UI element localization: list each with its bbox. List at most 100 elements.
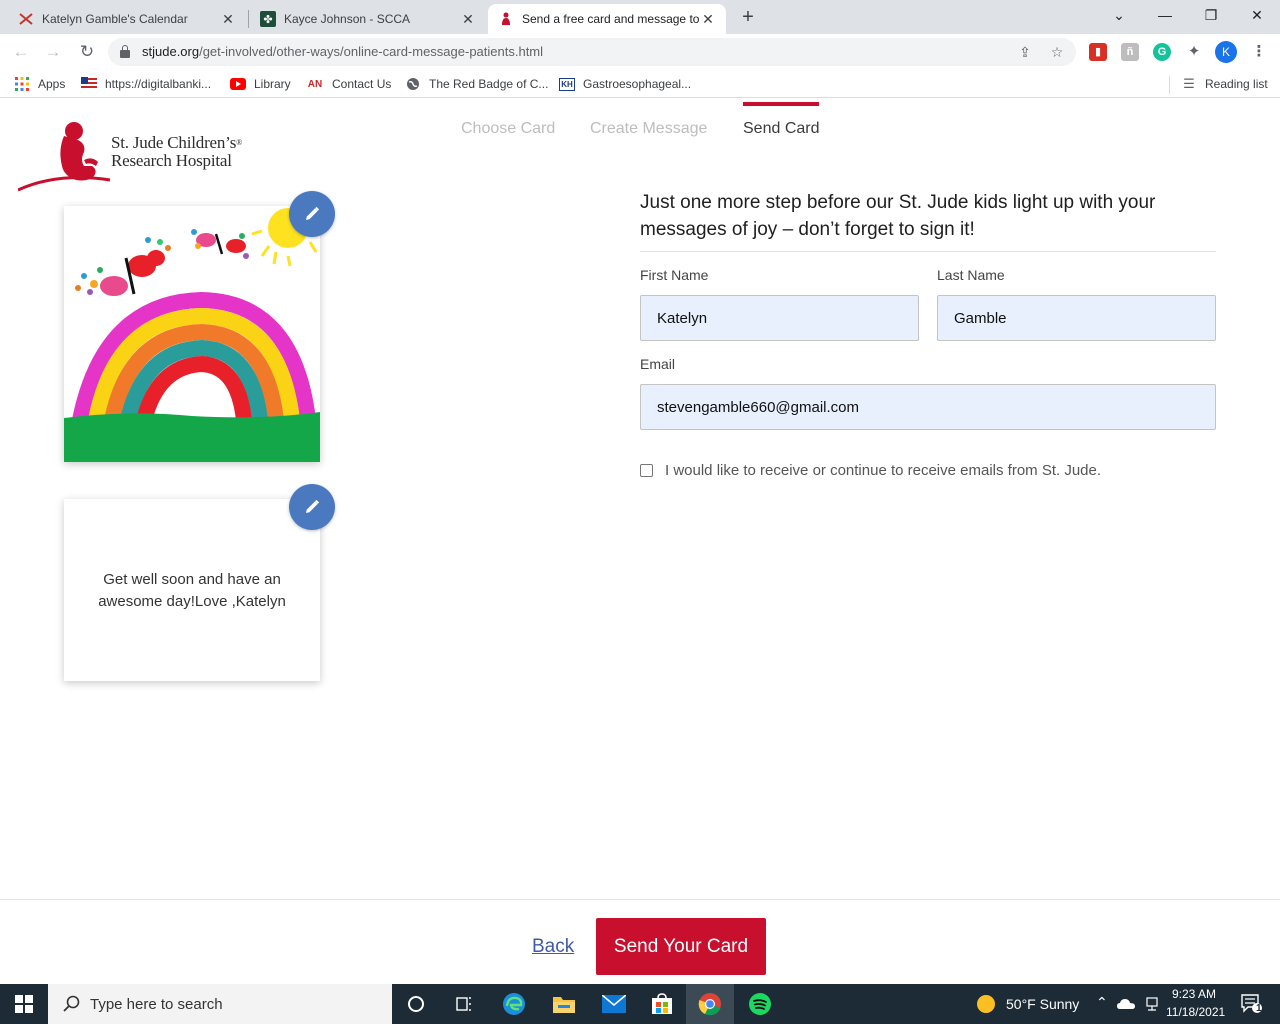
star-icon[interactable]: ☆ bbox=[1048, 43, 1066, 61]
step-create-message[interactable]: Create Message bbox=[590, 120, 707, 138]
tab-calendar[interactable]: Katelyn Gamble's Calendar ✕ bbox=[8, 4, 246, 34]
back-link[interactable]: Back bbox=[532, 936, 574, 958]
tab-title: Katelyn Gamble's Calendar bbox=[42, 12, 188, 26]
chevron-up-icon[interactable]: ⌃ bbox=[1096, 994, 1108, 1011]
reading-list-icon: ☰ bbox=[1183, 76, 1195, 91]
reload-icon[interactable]: ↻ bbox=[76, 42, 98, 62]
address-bar[interactable]: stjude.org/get-involved/other-ways/onlin… bbox=[108, 38, 1076, 66]
menu-kebab-icon[interactable]: ⋮ bbox=[1250, 43, 1268, 61]
bookmark-gastro[interactable]: KH Gastroesophageal... bbox=[559, 75, 691, 93]
bookmark-apps[interactable]: Apps bbox=[14, 75, 65, 93]
notification-count: 1 bbox=[1256, 1003, 1262, 1014]
profile-avatar[interactable]: K bbox=[1215, 41, 1237, 63]
extension-red-icon[interactable]: ▮ bbox=[1089, 43, 1107, 61]
weather-sun-icon[interactable] bbox=[962, 984, 1010, 1024]
tab-search-icon[interactable]: ⌄ bbox=[1096, 4, 1142, 26]
url-text: stjude.org/get-involved/other-ways/onlin… bbox=[142, 44, 544, 59]
globe-icon bbox=[405, 76, 421, 92]
forward-arrow-icon[interactable]: → bbox=[42, 42, 64, 62]
email-optin-checkbox[interactable] bbox=[640, 464, 653, 477]
stjude-logo[interactable]: St. Jude Children’s® Research Hospital bbox=[17, 120, 258, 192]
edit-message-button[interactable] bbox=[289, 484, 335, 530]
browser-toolbar: ← → ↻ stjude.org/get-involved/other-ways… bbox=[0, 34, 1280, 70]
scca-icon: ✤ bbox=[260, 11, 276, 27]
minimize-icon[interactable]: — bbox=[1142, 4, 1188, 26]
step-send-card[interactable]: Send Card bbox=[743, 120, 820, 138]
email-label: Email bbox=[640, 356, 676, 372]
onedrive-cloud-icon[interactable] bbox=[1114, 984, 1138, 1024]
tab-stjude[interactable]: Send a free card and message to ✕ bbox=[488, 4, 726, 34]
edit-card-button[interactable] bbox=[289, 191, 335, 237]
extensions-puzzle-icon[interactable]: ✦ bbox=[1185, 43, 1203, 61]
card-front-preview bbox=[64, 206, 320, 462]
lock-icon bbox=[120, 45, 130, 58]
stjude-icon bbox=[498, 11, 514, 27]
first-name-label: First Name bbox=[640, 267, 709, 283]
task-view-icon[interactable] bbox=[440, 984, 488, 1024]
bookmarks-bar: Apps https://digitalbanki... Library AN … bbox=[0, 70, 1280, 98]
clock-date[interactable]: 11/18/2021 bbox=[1166, 1005, 1225, 1019]
card-message-text: Get well soon and have an awesome day!Lo… bbox=[98, 571, 286, 610]
reading-list-button[interactable]: ☰ Reading list bbox=[1181, 75, 1268, 93]
tab-scca[interactable]: ✤ Kayce Johnson - SCCA ✕ bbox=[250, 4, 486, 34]
form-divider bbox=[640, 251, 1216, 252]
pencil-icon bbox=[306, 499, 320, 513]
kh-icon: KH bbox=[559, 77, 575, 91]
an-icon: AN bbox=[307, 78, 323, 90]
start-button[interactable] bbox=[0, 984, 48, 1024]
spotify-icon[interactable] bbox=[736, 984, 784, 1024]
last-name-input[interactable] bbox=[937, 295, 1216, 341]
tab-divider bbox=[248, 10, 249, 28]
search-icon bbox=[63, 995, 80, 1012]
restore-icon[interactable]: ❐ bbox=[1188, 4, 1234, 26]
send-card-button[interactable]: Send Your Card bbox=[596, 918, 766, 975]
rainbow-artwork bbox=[64, 206, 320, 462]
clock-time[interactable]: 9:23 AM bbox=[1172, 987, 1216, 1001]
card-message-preview: Get well soon and have an awesome day!Lo… bbox=[64, 499, 320, 681]
logo-wordmark: St. Jude Children’s® Research Hospital bbox=[111, 133, 243, 170]
share-icon[interactable]: ⇪ bbox=[1016, 43, 1034, 61]
network-icon[interactable] bbox=[1140, 984, 1164, 1024]
last-name-label: Last Name bbox=[937, 267, 1005, 283]
chrome-icon[interactable] bbox=[686, 984, 734, 1024]
bookmark-red-badge[interactable]: The Red Badge of C... bbox=[405, 75, 548, 93]
page: St. Jude Children’s® Research Hospital C… bbox=[0, 102, 1280, 984]
form-heading: Just one more step before our St. Jude k… bbox=[640, 192, 1156, 240]
tab-title: Kayce Johnson - SCCA bbox=[284, 12, 411, 26]
extension-gray-icon[interactable]: ñ bbox=[1121, 43, 1139, 61]
new-tab-icon[interactable]: + bbox=[738, 6, 758, 28]
store-icon[interactable] bbox=[638, 984, 686, 1024]
taskbar-search-box[interactable]: Type here to search bbox=[48, 984, 392, 1024]
close-tab-icon[interactable]: ✕ bbox=[700, 11, 716, 28]
close-tab-icon[interactable]: ✕ bbox=[460, 11, 476, 28]
bookmark-library[interactable]: Library bbox=[230, 75, 291, 93]
youtube-icon bbox=[230, 76, 246, 92]
mail-icon[interactable] bbox=[590, 984, 638, 1024]
search-placeholder: Type here to search bbox=[90, 995, 223, 1013]
apps-grid-icon bbox=[14, 76, 30, 92]
email-input[interactable] bbox=[640, 384, 1216, 430]
tab-strip: Katelyn Gamble's Calendar ✕ ✤ Kayce John… bbox=[0, 0, 1280, 34]
bookmark-divider bbox=[1169, 76, 1170, 94]
bookmark-digitalbanking[interactable]: https://digitalbanki... bbox=[81, 75, 211, 93]
email-optin-label[interactable]: I would like to receive or continue to r… bbox=[665, 462, 1101, 479]
close-tab-icon[interactable]: ✕ bbox=[220, 11, 236, 28]
windows-logo-icon bbox=[15, 995, 33, 1013]
active-step-indicator bbox=[743, 102, 819, 106]
cortana-icon[interactable] bbox=[392, 984, 440, 1024]
close-window-icon[interactable]: ✕ bbox=[1234, 4, 1280, 26]
step-choose-card[interactable]: Choose Card bbox=[461, 120, 555, 138]
bookmark-contact-us[interactable]: AN Contact Us bbox=[306, 75, 392, 93]
calendar-x-icon bbox=[18, 11, 34, 27]
bank-flag-icon bbox=[81, 76, 97, 92]
footer-divider bbox=[0, 899, 1280, 900]
weather-text[interactable]: 50°F Sunny bbox=[1006, 996, 1079, 1012]
file-explorer-icon[interactable] bbox=[540, 984, 588, 1024]
grammarly-icon[interactable]: G bbox=[1153, 43, 1171, 61]
first-name-input[interactable] bbox=[640, 295, 919, 341]
windows-taskbar: Type here to search 50°F Sunny ⌃ 9:23 AM… bbox=[0, 984, 1280, 1024]
back-arrow-icon[interactable]: ← bbox=[10, 42, 32, 62]
edge-icon[interactable] bbox=[490, 984, 538, 1024]
pencil-icon bbox=[306, 206, 320, 220]
notification-center-icon[interactable]: 1 bbox=[1232, 984, 1272, 1024]
